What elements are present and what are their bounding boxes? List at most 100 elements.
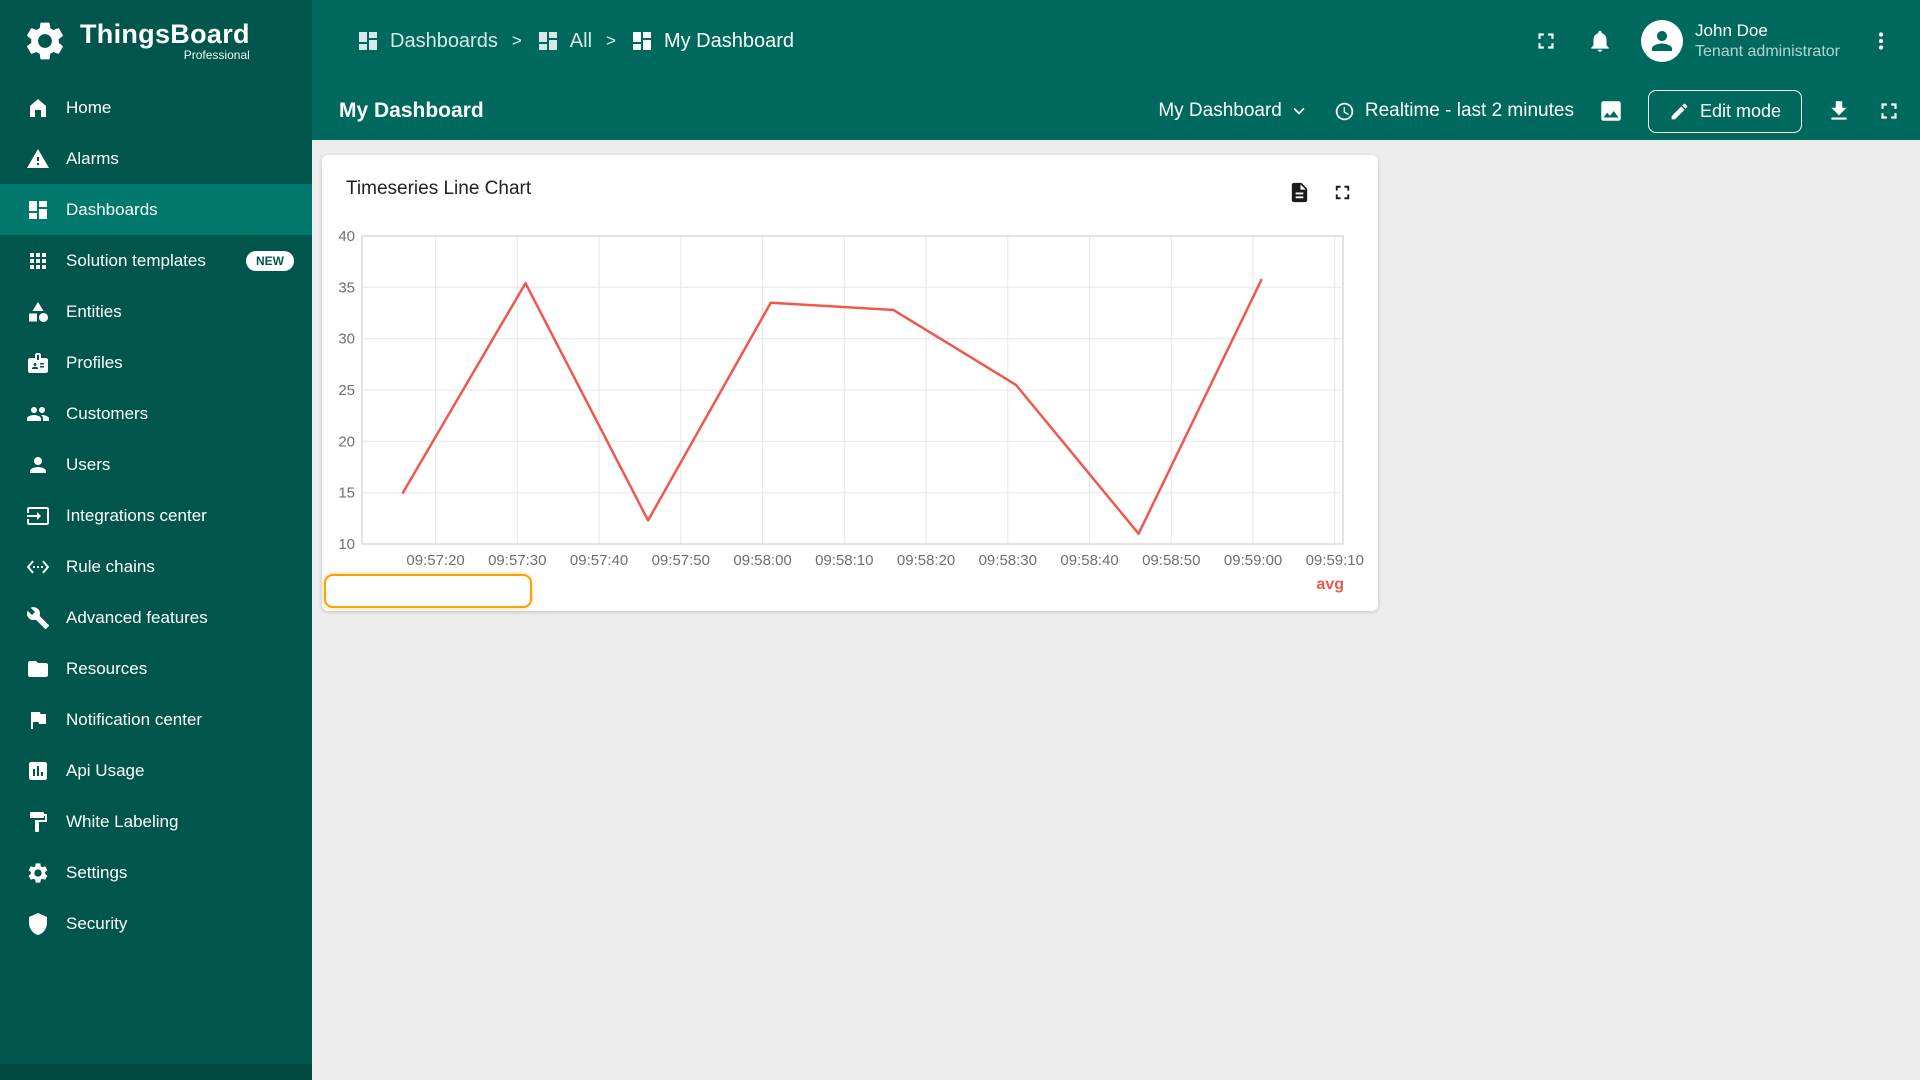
sidebar-item-customers[interactable]: Customers (0, 388, 312, 439)
thingsboard-logo-icon (22, 18, 68, 64)
sidebar-item-label: Dashboards (66, 199, 158, 219)
sidebar-item-entities[interactable]: Entities (0, 286, 312, 337)
sidebar: ThingsBoard Professional Home Alarms Das… (0, 0, 312, 1080)
sidebar-item-solution-templates[interactable]: Solution templates NEW (0, 235, 312, 286)
ethernet-icon (26, 555, 50, 579)
breadcrumb-separator: > (511, 31, 522, 50)
widget-fullscreen-icon[interactable] (1331, 181, 1354, 204)
more-vert-icon[interactable] (1868, 28, 1894, 54)
app-edition: Professional (183, 48, 250, 63)
gear-icon (26, 861, 50, 885)
sidebar-item-label: Alarms (66, 148, 119, 168)
timewindow-button[interactable]: Realtime - last 2 minutes (1334, 100, 1574, 122)
svg-text:09:57:30: 09:57:30 (488, 552, 546, 569)
expand-icon[interactable] (1876, 98, 1902, 124)
svg-text:09:58:50: 09:58:50 (1142, 552, 1200, 569)
app-title: ThingsBoard (80, 18, 250, 49)
category-icon (26, 300, 50, 324)
dashboard-image-icon[interactable] (1598, 98, 1624, 124)
sidebar-item-profiles[interactable]: Profiles (0, 337, 312, 388)
legend-item-avg[interactable]: avg (1316, 576, 1344, 593)
svg-text:09:58:20: 09:58:20 (897, 552, 955, 569)
sidebar-item-api-usage[interactable]: Api Usage (0, 745, 312, 796)
sidebar-item-rule-chains[interactable]: Rule chains (0, 541, 312, 592)
sidebar-item-label: Entities (66, 301, 122, 321)
breadcrumb-item-label: My Dashboard (663, 29, 795, 52)
svg-text:25: 25 (338, 382, 355, 399)
dashboard-canvas: 10 15 20 25 30 35 40 09:57:20 09:57:30 09:57:40 09… (312, 140, 1920, 1080)
badge-icon (26, 351, 50, 375)
export-widget-icon[interactable] (1288, 181, 1311, 204)
sidebar-item-advanced-features[interactable]: Advanced features (0, 592, 312, 643)
sidebar-item-alarms[interactable]: Alarms (0, 133, 312, 184)
svg-text:30: 30 (338, 331, 355, 348)
sidebar-item-resources[interactable]: Resources (0, 643, 312, 694)
app-root: ThingsBoard Professional Home Alarms Das… (0, 0, 1920, 1080)
sidebar-item-integrations-center[interactable]: Integrations center (0, 490, 312, 541)
fullscreen-icon[interactable] (1533, 28, 1559, 54)
svg-text:09:57:20: 09:57:20 (406, 552, 464, 569)
timewindow-label: Realtime - last 2 minutes (1364, 100, 1574, 121)
sidebar-item-dashboards[interactable]: Dashboards (0, 184, 312, 235)
sidebar-item-label: Integrations center (66, 505, 207, 525)
svg-text:09:58:40: 09:58:40 (1060, 552, 1118, 569)
sidebar-item-home[interactable]: Home (0, 82, 312, 133)
sidebar-item-label: Resources (66, 658, 148, 678)
sidebar-item-security[interactable]: Security (0, 898, 312, 949)
clock-icon (1334, 101, 1355, 122)
sidebar-item-label: Home (66, 97, 112, 117)
flag-icon (26, 708, 50, 732)
person-icon (26, 453, 50, 477)
sidebar-item-label: Customers (66, 403, 149, 423)
topbar: Dashboards > All > My Dashboard John Doe… (312, 0, 1920, 82)
sidebar-item-label: Advanced features (66, 607, 208, 627)
download-icon[interactable] (1826, 98, 1852, 124)
breadcrumb-item-all[interactable]: All (536, 29, 592, 53)
sidebar-item-notification-center[interactable]: Notification center (0, 694, 312, 745)
highlighted-empty-field[interactable] (324, 574, 532, 608)
sidebar-item-label: Profiles (66, 352, 123, 372)
notifications-bell-icon[interactable] (1587, 28, 1613, 54)
people-icon (26, 402, 50, 426)
breadcrumb-item-dashboards[interactable]: Dashboards (356, 29, 498, 53)
toolbar-actions: My Dashboard Realtime - last 2 minutes E… (1158, 89, 1902, 133)
sidebar-item-white-labeling[interactable]: White Labeling (0, 796, 312, 847)
sidebar-item-users[interactable]: Users (0, 439, 312, 490)
dashboard-icon (536, 29, 560, 53)
app-logo[interactable]: ThingsBoard Professional (0, 0, 312, 82)
svg-text:15: 15 (338, 485, 355, 502)
svg-text:10: 10 (338, 536, 355, 553)
svg-text:09:59:10: 09:59:10 (1306, 552, 1364, 569)
avatar (1641, 19, 1684, 62)
dashboard-icon (630, 29, 654, 53)
sidebar-scroll-shadow (0, 1064, 312, 1080)
sidebar-item-settings[interactable]: Settings (0, 847, 312, 898)
svg-text:09:58:10: 09:58:10 (815, 552, 873, 569)
user-menu[interactable]: John Doe Tenant administrator (1641, 19, 1840, 63)
apps-icon (26, 249, 50, 273)
svg-text:09:58:30: 09:58:30 (979, 552, 1037, 569)
edit-mode-button[interactable]: Edit mode (1647, 89, 1802, 133)
widget-actions (1288, 181, 1354, 204)
dashboard-selector[interactable]: My Dashboard (1158, 100, 1310, 122)
svg-text:09:59:00: 09:59:00 (1224, 552, 1282, 569)
dashboard-icon (356, 29, 380, 53)
user-name: John Doe (1695, 20, 1768, 40)
timeseries-widget[interactable]: 10 15 20 25 30 35 40 09:57:20 09:57:30 09:57:40 09… (322, 155, 1378, 611)
main-column: Dashboards > All > My Dashboard John Doe… (312, 0, 1920, 1080)
widget-title: Timeseries Line Chart (346, 178, 532, 199)
build-icon (26, 606, 50, 630)
user-role: Tenant administrator (1695, 42, 1840, 60)
paint-icon (26, 810, 50, 834)
chevron-down-icon (1288, 100, 1310, 122)
page-title: My Dashboard (339, 99, 484, 122)
logo-text: ThingsBoard Professional (80, 18, 250, 63)
chart-legend: avg (1316, 576, 1344, 594)
breadcrumb-separator: > (606, 31, 616, 50)
timeseries-line-chart[interactable]: 10 15 20 25 30 35 40 09:57:20 09:57:30 09:57:40 09… (322, 155, 1378, 575)
svg-text:09:57:50: 09:57:50 (652, 552, 710, 569)
breadcrumb-item-my-dashboard[interactable]: My Dashboard (630, 29, 794, 53)
svg-text:40: 40 (338, 228, 355, 245)
sidebar-item-label: Users (66, 454, 111, 474)
edit-mode-label: Edit mode (1699, 100, 1781, 121)
